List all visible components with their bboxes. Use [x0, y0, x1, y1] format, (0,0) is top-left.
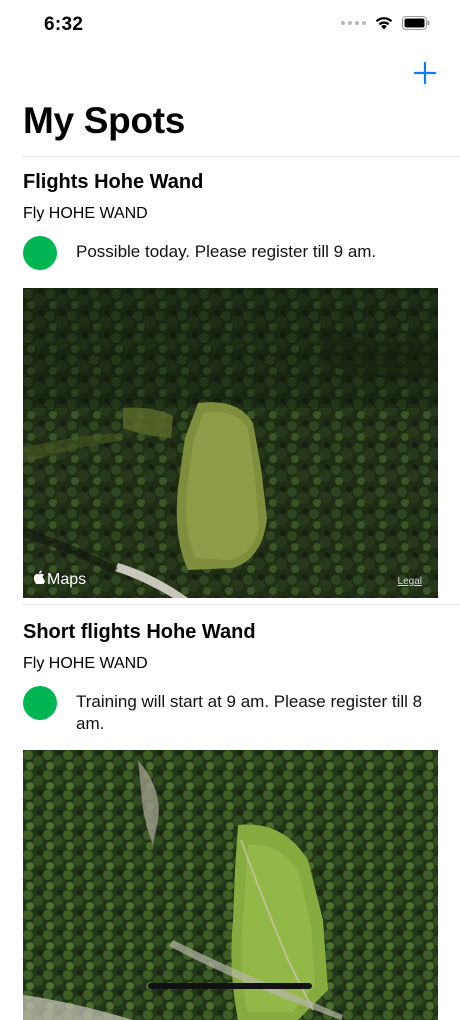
- maps-logo: Maps: [33, 570, 86, 589]
- divider: [22, 604, 460, 605]
- spot-name: Short flights Hohe Wand: [23, 621, 256, 643]
- satellite-map-image: [23, 288, 438, 598]
- status-text: Training will start at 9 am. Please regi…: [76, 692, 423, 733]
- spot-card[interactable]: Short flights Hohe Wand Fly HOHE WAND Tr…: [23, 618, 438, 1020]
- cellular-signal-icon: [341, 20, 366, 25]
- status-text: Possible today. Please register till 9 a…: [76, 242, 377, 261]
- satellite-map-image: [23, 750, 438, 1020]
- spot-name: Flights Hohe Wand: [23, 171, 204, 193]
- status-icons: [341, 15, 430, 30]
- divider: [22, 156, 460, 157]
- plus-icon: [413, 61, 437, 85]
- status-bar: 6:32: [0, 0, 460, 50]
- home-indicator[interactable]: [148, 983, 312, 989]
- map-view[interactable]: [23, 750, 438, 1020]
- spot-card[interactable]: Flights Hohe Wand Fly HOHE WAND Possible…: [23, 168, 438, 598]
- battery-icon: [402, 15, 430, 30]
- maps-logo-text: Maps: [47, 570, 87, 588]
- map-legal-link[interactable]: Legal: [398, 576, 422, 587]
- spot-club: Fly HOHE WAND: [23, 655, 148, 672]
- status-time: 6:32: [44, 14, 84, 35]
- status-row: Possible today. Please register till 9 a…: [23, 236, 438, 270]
- wifi-icon: [374, 15, 394, 30]
- add-spot-button[interactable]: [412, 60, 438, 86]
- map-view[interactable]: Maps Legal: [23, 288, 438, 598]
- page-title: My Spots: [23, 100, 186, 141]
- status-indicator-icon: [23, 236, 57, 270]
- spot-club: Fly HOHE WAND: [23, 205, 148, 222]
- status-row: Training will start at 9 am. Please regi…: [23, 686, 438, 735]
- status-indicator-icon: [23, 686, 57, 720]
- apple-logo-icon: [33, 570, 46, 589]
